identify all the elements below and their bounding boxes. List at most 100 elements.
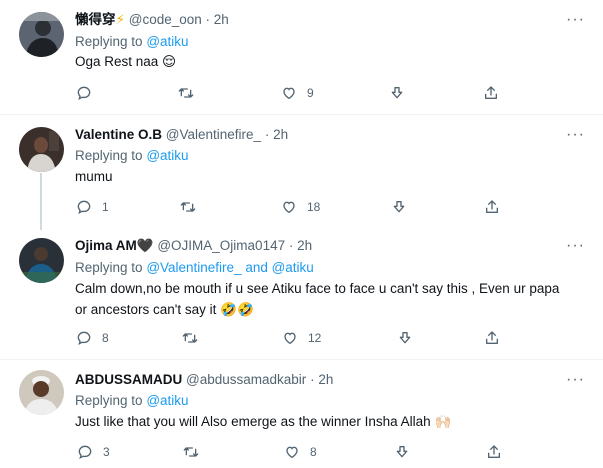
- retweet-button[interactable]: [180, 197, 206, 217]
- retweet-button[interactable]: [178, 83, 204, 103]
- mention-link[interactable]: @Valentinefire_ and @atiku: [146, 260, 314, 275]
- download-button[interactable]: [394, 442, 410, 462]
- like-icon: [286, 446, 298, 459]
- replying-to: Replying to @Valentinefire_ and @atiku: [75, 259, 314, 277]
- tweet-actions: 8 12: [0, 328, 603, 348]
- replying-to: Replying to @atiku: [75, 392, 189, 410]
- retweet-icon: [180, 202, 196, 212]
- download-icon: [399, 332, 411, 344]
- avatar[interactable]: [19, 370, 64, 415]
- timestamp[interactable]: 2h: [273, 127, 288, 142]
- tweet-text-line: Oga Rest naa 😌: [75, 54, 177, 69]
- retweet-icon: [178, 88, 194, 98]
- like-count: 9: [307, 86, 314, 100]
- tweet-1[interactable]: 懶得穿⚡ @code_oon · 2h ··· Replying to @ati…: [0, 0, 603, 115]
- timestamp[interactable]: 2h: [214, 12, 229, 27]
- display-name[interactable]: ABDUSSAMADU: [75, 372, 182, 387]
- retweet-icon: [182, 333, 198, 343]
- like-button[interactable]: 12: [282, 328, 321, 348]
- mention-link[interactable]: @atiku: [146, 393, 188, 408]
- download-button[interactable]: [391, 197, 407, 217]
- replying-label: Replying to: [75, 34, 143, 49]
- replying-label: Replying to: [75, 260, 143, 275]
- mention-link[interactable]: @atiku: [146, 148, 188, 163]
- download-button[interactable]: [397, 328, 413, 348]
- tweet-header: ABDUSSAMADU @abdussamadkabir · 2h: [75, 370, 333, 390]
- share-button[interactable]: [484, 197, 500, 217]
- user-handle[interactable]: @abdussamadkabir: [186, 372, 306, 387]
- download-icon: [393, 201, 405, 213]
- share-icon: [486, 200, 498, 213]
- avatar[interactable]: [19, 238, 64, 283]
- replying-label: Replying to: [75, 393, 143, 408]
- more-icon[interactable]: ···: [566, 127, 585, 143]
- reply-count: 1: [102, 200, 109, 214]
- replying-to: Replying to @atiku: [75, 33, 189, 51]
- tweet-header: 懶得穿⚡ @code_oon · 2h: [75, 10, 229, 30]
- dot-separator: ·: [310, 372, 315, 387]
- like-button[interactable]: 8: [284, 442, 317, 462]
- reply-icon: [77, 200, 91, 214]
- tweet-text: Calm down,no be mouth if u see Atiku fac…: [75, 278, 595, 320]
- more-icon[interactable]: ···: [566, 372, 585, 388]
- black-heart-icon: 🖤: [136, 238, 154, 253]
- retweet-icon: [183, 447, 199, 457]
- reply-button[interactable]: 3: [77, 442, 110, 462]
- retweet-button[interactable]: [183, 442, 209, 462]
- like-icon: [284, 332, 296, 345]
- share-icon: [485, 86, 497, 99]
- replying-to: Replying to @atiku: [75, 147, 189, 165]
- tweet-actions: 1 18: [0, 197, 603, 217]
- display-name[interactable]: Valentine O.B: [75, 127, 162, 142]
- reply-count: 3: [103, 445, 110, 459]
- tweet-header: Valentine O.B @Valentinefire_ · 2h: [75, 125, 288, 145]
- share-button[interactable]: [484, 328, 500, 348]
- reply-button[interactable]: 1: [76, 197, 109, 217]
- user-handle[interactable]: @OJIMA_Ojima0147: [157, 238, 285, 253]
- like-count: 8: [310, 445, 317, 459]
- tweet-text: mumu: [75, 166, 575, 187]
- more-icon[interactable]: ···: [566, 12, 585, 28]
- user-handle[interactable]: @code_oon: [129, 12, 202, 27]
- tweet-actions: 9: [0, 83, 603, 103]
- display-name[interactable]: 懶得穿: [75, 12, 116, 27]
- reply-button[interactable]: 8: [76, 328, 109, 348]
- avatar[interactable]: [19, 12, 64, 57]
- timestamp[interactable]: 2h: [297, 238, 312, 253]
- tweet-text: Oga Rest naa 😌: [75, 51, 575, 72]
- tweet-text-line: Just like that you will Also emerge as t…: [75, 414, 452, 429]
- reply-button[interactable]: [76, 83, 102, 103]
- like-count: 18: [307, 200, 321, 214]
- tweet-text-line: or ancestors can't say it 🤣🤣: [75, 302, 254, 317]
- tweet-4[interactable]: ABDUSSAMADU @abdussamadkabir · 2h ··· Re…: [0, 360, 603, 468]
- like-button[interactable]: 18: [281, 197, 320, 217]
- share-button[interactable]: [486, 442, 502, 462]
- avatar[interactable]: [19, 127, 64, 172]
- tweet-3[interactable]: Ojima AM🖤 @OJIMA_Ojima0147 · 2h ··· Repl…: [0, 228, 603, 360]
- like-icon: [283, 201, 295, 214]
- share-icon: [486, 331, 498, 344]
- tweet-text-line: mumu: [75, 169, 113, 184]
- user-handle[interactable]: @Valentinefire_: [166, 127, 261, 142]
- display-name[interactable]: Ojima AM: [75, 238, 137, 253]
- like-button[interactable]: 9: [281, 83, 314, 103]
- tweet-text: Just like that you will Also emerge as t…: [75, 411, 575, 432]
- timestamp[interactable]: 2h: [318, 372, 333, 387]
- download-button[interactable]: [389, 83, 405, 103]
- mention-link[interactable]: @atiku: [146, 34, 188, 49]
- retweet-button[interactable]: [182, 328, 208, 348]
- dot-separator: ·: [288, 238, 294, 253]
- reply-count: 8: [102, 331, 109, 345]
- share-button[interactable]: [483, 83, 499, 103]
- reply-icon: [77, 331, 91, 345]
- like-count: 12: [308, 331, 322, 345]
- reply-icon: [78, 445, 92, 459]
- more-icon[interactable]: ···: [566, 238, 585, 254]
- lightning-icon: ⚡: [115, 12, 125, 27]
- tweet-text-line: Calm down,no be mouth if u see Atiku fac…: [75, 281, 560, 296]
- tweet-actions: 3 8: [0, 442, 603, 462]
- like-icon: [283, 87, 295, 100]
- download-icon: [396, 446, 408, 458]
- dot-separator: ·: [205, 12, 211, 27]
- tweet-2[interactable]: Valentine O.B @Valentinefire_ · 2h ··· R…: [0, 115, 603, 230]
